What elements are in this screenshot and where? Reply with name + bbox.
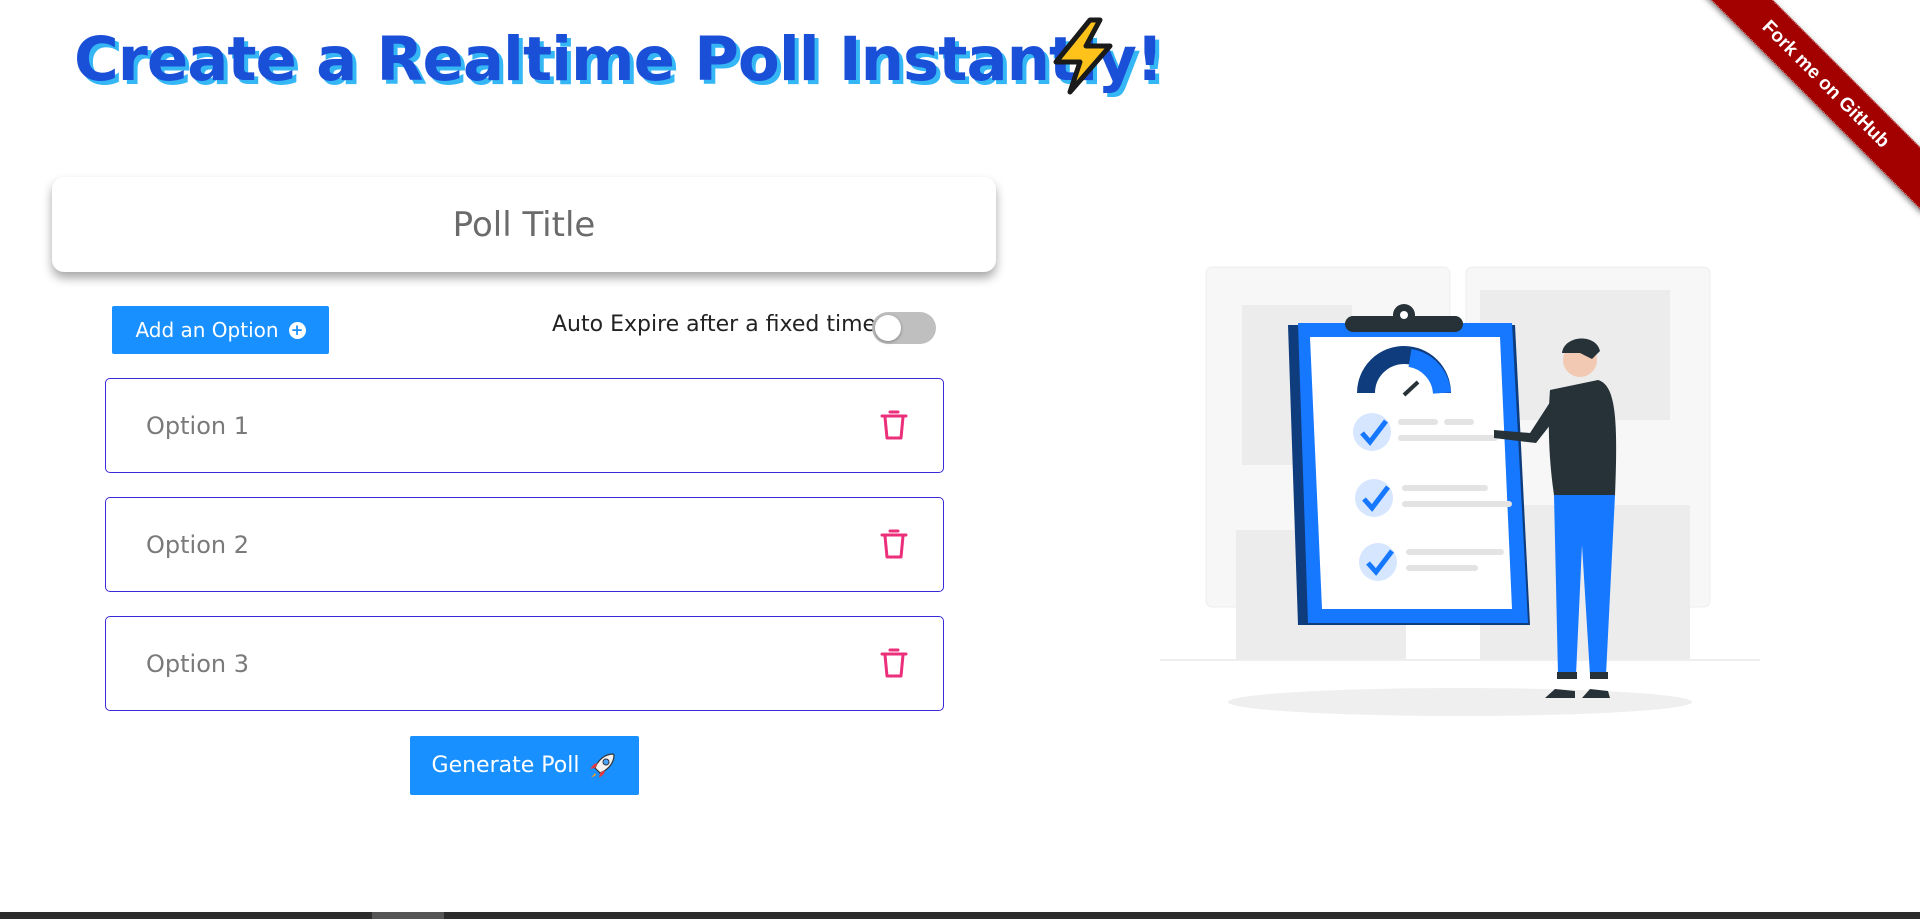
lightning-bolt-icon — [1053, 17, 1113, 95]
poll-clipboard-illustration — [1160, 266, 1760, 716]
toggle-knob — [875, 315, 901, 341]
option-input-1[interactable] — [146, 411, 746, 440]
auto-expire-label: Auto Expire after a fixed time — [552, 312, 877, 337]
poll-title-card — [52, 177, 996, 272]
generate-poll-label: Generate Poll — [431, 753, 580, 778]
page-title: Create a Realtime Poll Instantly! — [74, 24, 1164, 95]
trash-icon[interactable] — [880, 528, 908, 560]
option-input-2[interactable] — [146, 530, 746, 559]
trash-icon[interactable] — [880, 409, 908, 441]
add-option-label: Add an Option — [135, 318, 279, 342]
trash-icon[interactable] — [880, 647, 908, 679]
option-row-3 — [105, 616, 944, 711]
rocket-icon — [590, 752, 616, 778]
github-ribbon-label[interactable]: Fork me on GitHub — [1700, 0, 1920, 213]
option-input-3[interactable] — [146, 649, 746, 678]
option-row-1 — [105, 378, 944, 473]
plus-circle-icon: + — [288, 321, 306, 339]
auto-expire-toggle[interactable] — [872, 312, 936, 344]
bottom-scrollbar-thumb[interactable] — [372, 912, 444, 919]
bottom-scrollbar-track[interactable] — [0, 912, 1920, 919]
poll-title-input[interactable] — [52, 204, 996, 245]
option-row-2 — [105, 497, 944, 592]
generate-poll-button[interactable]: Generate Poll — [410, 736, 639, 795]
add-option-button[interactable]: Add an Option + — [112, 306, 329, 354]
github-ribbon[interactable]: Fork me on GitHub — [1700, 0, 1920, 220]
